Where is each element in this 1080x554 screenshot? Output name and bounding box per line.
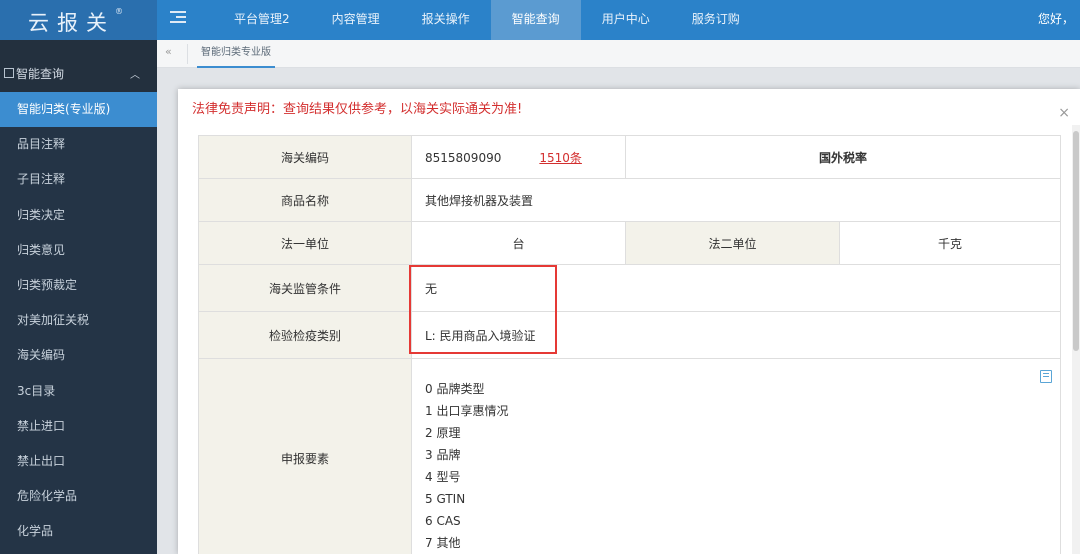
product-detail-table: 海关编码 8515809090 1510条 国外税率 商品名称 其他焊接机器及装置… bbox=[198, 135, 1062, 554]
list-item: 7 其他 bbox=[425, 535, 461, 550]
sidebar-item-classification-opinions[interactable]: 归类意见 bbox=[0, 233, 157, 268]
table-row: 法一单位 台 法二单位 千克 bbox=[198, 221, 1062, 265]
product-name-value: 其他焊接机器及装置 bbox=[410, 178, 1062, 222]
supervision-conditions-value: 无 bbox=[410, 264, 1062, 312]
sidebar: 智能查询 ︿ 智能归类(专业版) 品目注释 子目注释 归类决定 归类意见 归类预… bbox=[0, 40, 157, 554]
declaration-elements-label: 申报要素 bbox=[198, 358, 412, 554]
sidebar-item-import-prohibited[interactable]: 禁止进口 bbox=[0, 409, 157, 444]
result-modal: 法律免责声明：查询结果仅供参考，以海关实际通关为准! × 海关编码 851580… bbox=[178, 89, 1080, 554]
declaration-elements-cell: 0 品牌类型 1 出口享惠情况 2 原理 3 品牌 4 型号 5 GTIN 6 … bbox=[410, 358, 1062, 554]
tabs-scroll-left-icon[interactable]: « bbox=[165, 45, 172, 58]
first-unit-value: 台 bbox=[411, 221, 626, 265]
modal-scrollbar-thumb[interactable] bbox=[1073, 131, 1079, 351]
hs-code-value: 8515809090 bbox=[425, 150, 502, 165]
sidebar-item-chemicals[interactable]: 化学品 bbox=[0, 514, 157, 549]
top-bar: 云报关® 平台管理2 内容管理 报关操作 智能查询 用户中心 服务订购 您好， bbox=[0, 0, 1080, 40]
hs-code-label: 海关编码 bbox=[198, 135, 412, 179]
sidebar-item-subheading-notes[interactable]: 子目注释 bbox=[0, 162, 157, 197]
tab-smart-classification-pro[interactable]: 智能归类专业版 bbox=[197, 40, 275, 68]
sidebar-item-us-additional-tariffs[interactable]: 对美加征关税 bbox=[0, 303, 157, 338]
user-greeting[interactable]: 您好， bbox=[1038, 0, 1080, 40]
list-item: 6 CAS bbox=[425, 513, 461, 528]
tab-bar: « 智能归类专业版 bbox=[157, 40, 1080, 68]
table-row: 海关监管条件 无 bbox=[198, 264, 1062, 312]
list-item: 5 GTIN bbox=[425, 491, 466, 506]
sidebar-item-smart-classification-pro[interactable]: 智能归类(专业版) bbox=[0, 92, 157, 128]
legal-disclaimer: 法律免责声明：查询结果仅供参考，以海关实际通关为准! bbox=[192, 102, 523, 117]
table-row: 检验检疫类别 L: 民用商品入境验证 bbox=[198, 311, 1062, 359]
table-row: 申报要素 0 品牌类型 1 出口享惠情况 2 原理 3 品牌 4 型号 5 GT… bbox=[198, 358, 1062, 554]
list-item: 3 品牌 bbox=[425, 447, 461, 462]
first-unit-label: 法一单位 bbox=[198, 221, 412, 265]
nav-customs-operations[interactable]: 报关操作 bbox=[401, 0, 491, 40]
close-icon[interactable]: × bbox=[1058, 105, 1070, 121]
sidebar-item-hs-codes[interactable]: 海关编码 bbox=[0, 338, 157, 373]
second-unit-value: 千克 bbox=[838, 221, 1062, 265]
nav-service-order[interactable]: 服务订购 bbox=[671, 0, 761, 40]
tab-divider bbox=[187, 44, 188, 64]
list-item: 2 原理 bbox=[425, 425, 461, 440]
table-row: 海关编码 8515809090 1510条 国外税率 bbox=[198, 135, 1062, 179]
inspection-category-value: L: 民用商品入境验证 bbox=[410, 311, 1062, 359]
nav-platform-management[interactable]: 平台管理2 bbox=[213, 0, 311, 40]
table-row: 商品名称 其他焊接机器及装置 bbox=[198, 178, 1062, 222]
nav-content-management[interactable]: 内容管理 bbox=[311, 0, 401, 40]
sidebar-group-header[interactable]: 智能查询 ︿ bbox=[0, 40, 157, 92]
declaration-elements-list: 0 品牌类型 1 出口享惠情况 2 原理 3 品牌 4 型号 5 GTIN 6 … bbox=[412, 364, 1060, 554]
menu-toggle-icon[interactable] bbox=[170, 11, 186, 27]
sidebar-item-hazardous-chemicals[interactable]: 危险化学品 bbox=[0, 479, 157, 514]
sidebar-group-label: 智能查询 bbox=[16, 66, 65, 81]
sidebar-item-3c-catalog[interactable]: 3c目录 bbox=[0, 374, 157, 409]
list-item: 1 出口享惠情况 bbox=[425, 403, 509, 418]
chevron-up-icon: ︿ bbox=[130, 69, 141, 81]
list-item: 0 品牌类型 bbox=[425, 381, 485, 396]
hs-code-count-link[interactable]: 1510条 bbox=[539, 151, 582, 165]
copy-icon[interactable] bbox=[1040, 369, 1053, 383]
second-unit-label: 法二单位 bbox=[625, 221, 840, 265]
supervision-conditions-label: 海关监管条件 bbox=[198, 264, 412, 312]
list-item: 4 型号 bbox=[425, 469, 461, 484]
product-name-label: 商品名称 bbox=[198, 178, 412, 222]
sidebar-item-advance-rulings[interactable]: 归类预裁定 bbox=[0, 268, 157, 303]
sidebar-item-export-prohibited[interactable]: 禁止出口 bbox=[0, 444, 157, 479]
group-icon bbox=[4, 68, 14, 78]
hs-code-cell: 8515809090 1510条 bbox=[411, 135, 626, 179]
inspection-category-label: 检验检疫类别 bbox=[198, 311, 412, 359]
foreign-tax-rate-link[interactable]: 国外税率 bbox=[624, 135, 1062, 179]
sidebar-item-classification-decisions[interactable]: 归类决定 bbox=[0, 198, 157, 233]
sidebar-item-heading-notes[interactable]: 品目注释 bbox=[0, 127, 157, 162]
top-nav: 平台管理2 内容管理 报关操作 智能查询 用户中心 服务订购 bbox=[213, 0, 761, 40]
app-logo[interactable]: 云报关® bbox=[0, 0, 157, 40]
nav-user-center[interactable]: 用户中心 bbox=[581, 0, 671, 40]
nav-smart-query[interactable]: 智能查询 bbox=[490, 0, 581, 40]
